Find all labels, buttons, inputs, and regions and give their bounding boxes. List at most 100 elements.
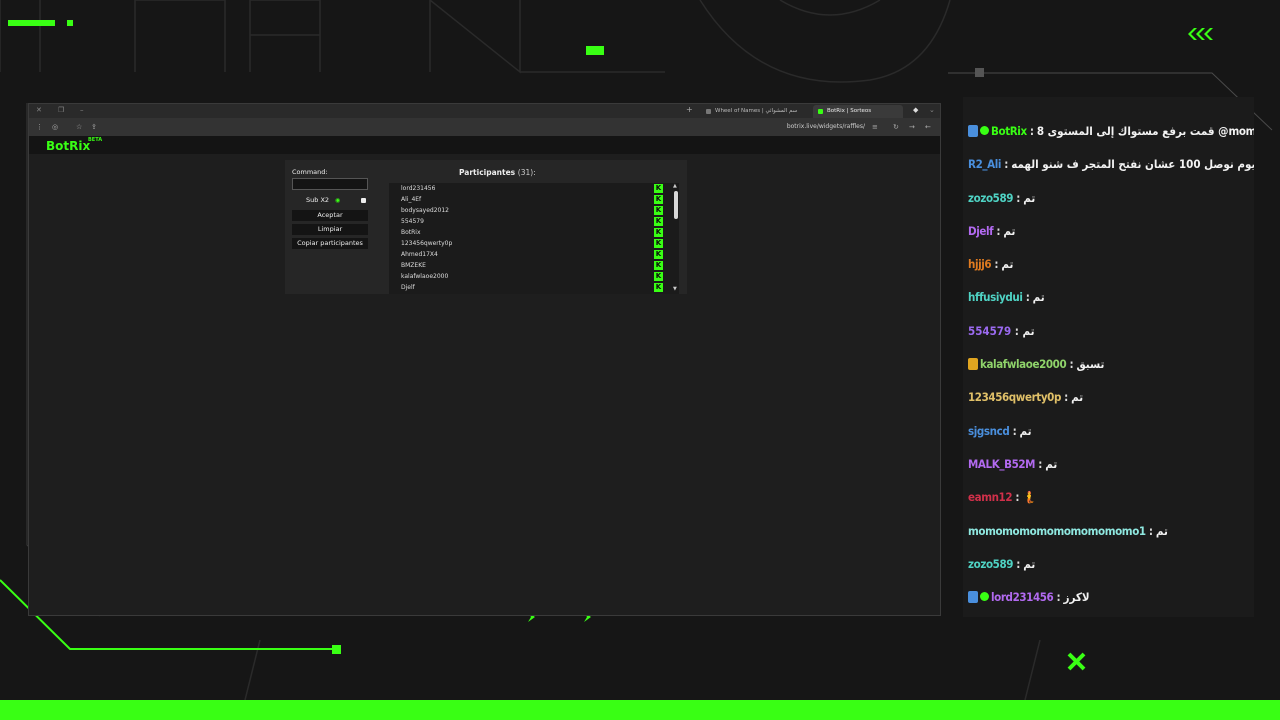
chat-separator: :	[1060, 390, 1072, 404]
chat-username[interactable]: momomomomomomomomomo1	[968, 524, 1146, 538]
chat-username[interactable]: zozo589	[968, 557, 1013, 571]
chat-separator: :	[1013, 557, 1024, 571]
scrollbar-thumb[interactable]	[674, 191, 678, 219]
participant-row[interactable]: lord231456 K	[389, 183, 664, 194]
url-field[interactable]: botrix.live/widgets/raffles/	[787, 122, 865, 132]
chat-separator: :	[1053, 590, 1064, 604]
participant-row[interactable]: Ali_4Ef K	[389, 194, 664, 205]
chat-username[interactable]: hffusiydui	[968, 290, 1023, 304]
chat-text: تم	[1001, 257, 1014, 271]
chat-username[interactable]: lord231456	[991, 590, 1054, 604]
participants-list[interactable]: ▲ ▼ lord231456 K Ali_4Ef Kbodysayed2012 K 554…	[389, 183, 679, 294]
chat-username[interactable]: R2_Ali	[968, 157, 1001, 171]
bookmark-star-icon[interactable]: ☆	[76, 121, 82, 133]
accept-button[interactable]: Aceptar	[292, 210, 368, 221]
participants-title: Participantes (31):	[459, 168, 536, 177]
chat-message: hjjj6 : تم	[968, 255, 1014, 273]
site-info-icon[interactable]: ◎	[52, 121, 58, 133]
participant-row[interactable]: BMZEKE K	[389, 260, 664, 271]
chat-text: تم	[1155, 524, 1168, 538]
scroll-up-icon[interactable]: ▲	[673, 183, 677, 189]
participant-row[interactable]: BotRix K	[389, 227, 664, 238]
participant-row[interactable]: Djelf K	[389, 282, 664, 293]
chat-message: hffusiydui : تم	[968, 288, 1045, 306]
chat-text: تم	[1032, 290, 1045, 304]
minimize-icon[interactable]: –	[80, 106, 84, 115]
scroll-down-icon[interactable]: ▼	[673, 286, 677, 292]
scrollbar[interactable]: ▲ ▼	[673, 183, 679, 294]
tab-wheel-of-names[interactable]: Wheel of Names | سم المشوائي	[701, 105, 811, 118]
chat-text: تم	[1071, 390, 1084, 404]
more-icon[interactable]: ⋮	[36, 121, 43, 133]
command-input[interactable]	[292, 178, 368, 190]
chat-username[interactable]: zozo589	[968, 191, 1013, 205]
botrix-logo[interactable]: BotRix	[46, 139, 90, 153]
chat-username[interactable]: 123456qwerty0p	[968, 390, 1061, 404]
chat-username[interactable]: MALK_B52M	[968, 457, 1035, 471]
chat-text: شباب من اول البث عشان تلهمو لازم اليوم ن…	[1011, 157, 1254, 171]
verified-badge-icon	[980, 126, 989, 135]
raffle-panel: Command: Sub X2 ◉ Aceptar Limpiar Copiar…	[285, 160, 687, 294]
chat-message: Djelf : تم	[968, 222, 1016, 240]
deco-block	[586, 46, 604, 55]
participant-name: Ahmed17X4	[401, 251, 438, 258]
participant-row[interactable]: 554579 K	[389, 216, 664, 227]
kick-platform-icon: K	[654, 239, 663, 248]
chat-text: 🧜	[1022, 490, 1037, 504]
participant-name: Djelf	[401, 284, 415, 291]
chat-message: momomomomomomomomomo1 : تم	[968, 522, 1168, 540]
chat-message: 554579 : تم	[968, 322, 1035, 340]
chat-username[interactable]: hjjj6	[968, 257, 992, 271]
copy-participants-button[interactable]: Copiar participantes	[292, 238, 368, 249]
chat-text: تسبق	[1076, 357, 1105, 371]
sub-checkbox[interactable]	[361, 198, 366, 203]
page-header: BotRix BETA	[29, 136, 940, 154]
tune-icon[interactable]: ≡	[872, 121, 878, 133]
chat-separator: :	[1145, 524, 1156, 538]
reload-icon[interactable]: ↻	[893, 121, 899, 133]
chat-username[interactable]: eamn12	[968, 490, 1013, 504]
chat-text: تم	[1022, 324, 1035, 338]
chat-text: تم	[1023, 191, 1036, 205]
moderator-badge-icon	[968, 125, 978, 137]
bottom-accent-bar	[0, 700, 1280, 720]
chat-separator: :	[1013, 191, 1024, 205]
close-icon[interactable]: ✕	[36, 106, 42, 115]
chat-username[interactable]: BotRix	[991, 124, 1027, 138]
chat-message: BotRix : قمت برفع مستواك إلى المستوى 8 @…	[968, 122, 1254, 140]
profile-icon[interactable]: ◆	[913, 106, 918, 115]
share-icon[interactable]: ⇪	[91, 121, 97, 133]
participant-name: BMZEKE	[401, 262, 426, 269]
chat-username[interactable]: kalafwlaoe2000	[980, 357, 1067, 371]
chat-separator: :	[991, 257, 1002, 271]
participant-name: 123456qwerty0p	[401, 240, 453, 247]
tab-menu-icon[interactable]: ⌄	[929, 106, 935, 115]
back-icon[interactable]: ←	[925, 121, 931, 133]
new-tab-icon[interactable]: +	[686, 105, 693, 114]
chat-username[interactable]: Djelf	[968, 224, 994, 238]
frame-node	[975, 68, 984, 77]
address-bar: ⋮ ◎ ☆ ⇪ botrix.live/widgets/raffles/ ≡ ↻…	[29, 118, 940, 136]
participants-title-label: Participantes	[459, 168, 516, 177]
subscriber-badge-icon	[968, 358, 978, 370]
participant-name: bodysayed2012	[401, 207, 449, 214]
chat-message: R2_Ali : شباب من اول البث عشان تلهمو لاز…	[968, 155, 1254, 173]
participant-row[interactable]: kalafwlaoe2000 K	[389, 271, 664, 282]
forward-icon[interactable]: →	[909, 121, 915, 133]
chat-username[interactable]: 554579	[968, 324, 1012, 338]
sub-multiplier-row: Sub X2 ◉	[292, 195, 368, 206]
chat-separator: :	[1011, 324, 1023, 338]
participant-row[interactable]: bodysayed2012 K	[389, 205, 664, 216]
browser-window: ✕ ❐ – + Wheel of Names | سم المشوائي Bot…	[28, 103, 941, 616]
chat-username[interactable]: sjgsncd	[968, 424, 1010, 438]
maximize-icon[interactable]: ❐	[58, 106, 64, 115]
botrix-page: BotRix BETA Command: Sub X2 ◉ Aceptar Li…	[29, 136, 940, 615]
participant-row[interactable]: Ahmed17X4 K	[389, 249, 664, 260]
deco-dot-green	[332, 645, 341, 654]
eye-icon[interactable]: ◉	[335, 195, 340, 206]
tab-botrix-sorteos[interactable]: BotRix | Sorteos	[813, 105, 903, 118]
kick-platform-icon: K	[654, 228, 663, 237]
participant-row[interactable]: 123456qwerty0p K	[389, 238, 664, 249]
chat-separator: :	[1012, 490, 1023, 504]
clear-button[interactable]: Limpiar	[292, 224, 368, 235]
